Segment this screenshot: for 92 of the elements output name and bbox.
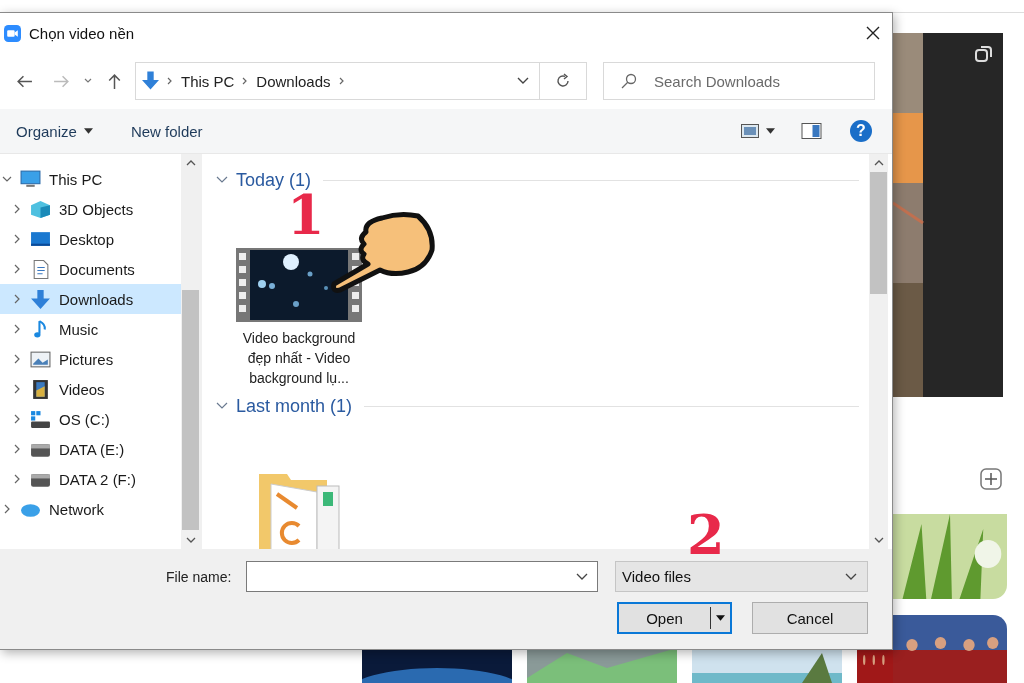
scrollbar[interactable] <box>181 154 200 549</box>
refresh-icon <box>555 73 571 89</box>
group-header[interactable]: Today (1) <box>236 169 312 191</box>
tree-item[interactable]: DATA (E:) <box>0 434 181 464</box>
step-number: 2 <box>687 508 725 562</box>
collapse-chevron-icon[interactable] <box>216 176 228 184</box>
scroll-thumb[interactable] <box>182 290 199 530</box>
scroll-up-icon[interactable] <box>185 160 196 166</box>
tree-label: Network <box>49 500 104 518</box>
address-bar[interactable]: This PC Downloads <box>135 62 540 100</box>
tree-item[interactable]: OS (C:) <box>0 404 181 434</box>
scrollbar[interactable] <box>869 154 888 549</box>
expand-chevron-icon[interactable] <box>12 354 22 364</box>
chevron-icon <box>242 77 249 85</box>
expand-chevron-icon[interactable] <box>12 474 22 484</box>
tree-label: Documents <box>59 260 135 278</box>
tree-item[interactable]: DATA 2 (F:) <box>0 464 181 494</box>
file-item[interactable]: Video background đẹp nhất - Video background lụ... <box>234 248 364 388</box>
file-name-field[interactable] <box>246 561 598 592</box>
picture-icon <box>30 349 51 369</box>
monitor-icon <box>20 169 41 189</box>
tree-item[interactable]: Documents <box>0 254 181 284</box>
tree-item[interactable]: Music <box>0 314 181 344</box>
expand-chevron-icon[interactable] <box>12 234 22 244</box>
expand-chevron-icon[interactable] <box>12 204 22 214</box>
film-icon <box>30 379 51 399</box>
window-title: Chọn video nền <box>29 24 136 42</box>
camera-app-icon <box>4 24 21 42</box>
tree-item[interactable]: Videos <box>0 374 181 404</box>
tree-item[interactable]: Desktop <box>0 224 181 254</box>
desktop-icon <box>30 229 51 249</box>
file-name-label: File name: <box>166 568 233 585</box>
cube-icon <box>30 199 51 219</box>
dropdown-caret-icon[interactable] <box>517 77 529 85</box>
refresh-button[interactable] <box>540 62 587 100</box>
download-icon <box>142 71 159 91</box>
tree-label: OS (C:) <box>59 410 110 428</box>
download-icon <box>30 289 51 309</box>
search-icon <box>621 73 637 89</box>
close-icon[interactable] <box>866 26 880 40</box>
new-folder-button[interactable]: New folder <box>130 122 203 140</box>
scroll-thumb[interactable] <box>870 172 887 294</box>
up-icon[interactable] <box>106 72 123 90</box>
chevron-icon[interactable] <box>338 77 345 85</box>
restore-icon[interactable] <box>974 43 994 63</box>
expand-chevron-icon[interactable] <box>12 294 22 304</box>
tree-label: Music <box>59 320 99 338</box>
tree-label: This PC <box>49 170 103 188</box>
expand-chevron-icon[interactable] <box>12 384 22 394</box>
help-button[interactable]: ? <box>850 120 872 142</box>
view-icon[interactable] <box>741 124 759 138</box>
recent-caret-icon[interactable] <box>84 78 92 84</box>
collapse-chevron-icon[interactable] <box>2 174 12 184</box>
scroll-up-icon[interactable] <box>873 160 884 166</box>
tree-item[interactable]: 3D Objects <box>0 194 181 224</box>
dropdown-caret-icon[interactable] <box>576 573 588 581</box>
chevron-icon <box>167 77 173 85</box>
tree-item[interactable]: Network <box>0 494 181 524</box>
scroll-down-icon[interactable] <box>873 537 884 543</box>
scroll-down-icon[interactable] <box>185 537 196 543</box>
search-field[interactable]: Search Downloads <box>603 62 875 100</box>
expand-chevron-icon[interactable] <box>12 414 22 424</box>
file-type-dropdown[interactable]: Video files <box>615 561 868 592</box>
group-header[interactable]: Last month (1) <box>236 395 353 417</box>
preview-pane-icon[interactable] <box>801 123 822 139</box>
expand-chevron-icon[interactable] <box>12 324 22 334</box>
breadcrumb[interactable]: This PC <box>181 72 235 90</box>
tree-label: DATA 2 (F:) <box>59 470 136 488</box>
expand-chevron-icon[interactable] <box>12 444 22 454</box>
expand-chevron-icon[interactable] <box>12 264 22 274</box>
breadcrumb[interactable]: Downloads <box>256 72 331 90</box>
tree-label: Videos <box>59 380 105 398</box>
caret-icon[interactable] <box>766 128 775 134</box>
tree-item[interactable]: This PC <box>0 164 181 194</box>
file-name: Video background đẹp nhất - Video background lụ... <box>241 329 357 388</box>
tree-label: Downloads <box>59 290 134 308</box>
expand-chevron-icon[interactable] <box>2 504 12 514</box>
cancel-button[interactable]: Cancel <box>752 602 868 634</box>
dropdown-caret-icon <box>845 572 857 581</box>
add-icon[interactable] <box>980 468 1002 490</box>
tree-label: Pictures <box>59 350 114 368</box>
caret-icon[interactable] <box>716 615 725 621</box>
drive-icon <box>30 409 51 429</box>
tree-label: Desktop <box>59 230 115 248</box>
tree-label: DATA (E:) <box>59 440 125 458</box>
collapse-chevron-icon[interactable] <box>216 402 228 410</box>
tree-item[interactable]: Downloads <box>0 284 181 314</box>
tree-item[interactable]: Pictures <box>0 344 181 374</box>
caret-icon[interactable] <box>83 128 93 134</box>
organize-menu[interactable]: Organize <box>16 122 77 140</box>
open-button[interactable]: Open <box>617 602 732 634</box>
tree-label: 3D Objects <box>59 200 134 218</box>
